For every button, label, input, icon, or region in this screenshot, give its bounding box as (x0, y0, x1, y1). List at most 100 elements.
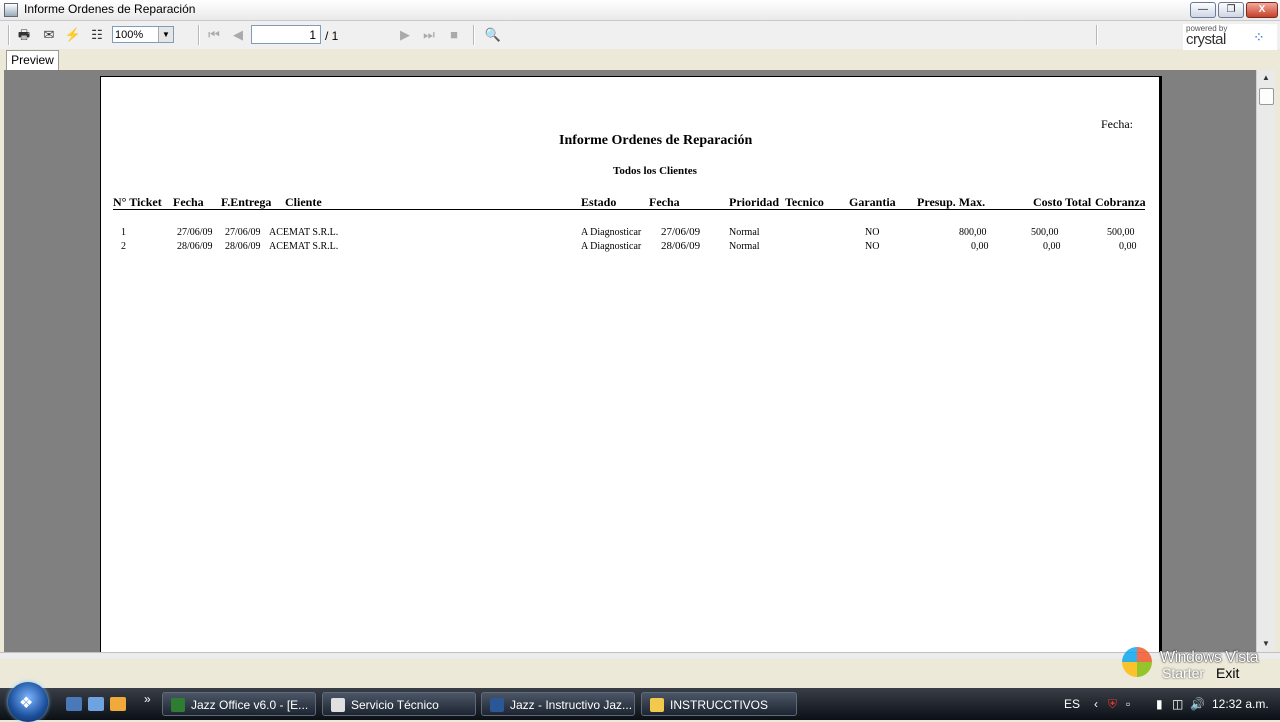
taskbar-item-label: Jazz - Instructivo Jaz... (510, 698, 633, 712)
watermark-exit[interactable]: Exit (1216, 665, 1239, 681)
window-titlebar: Informe Ordenes de Reparación — ❐ X (0, 0, 1280, 21)
taskbar-item-servicio-tecnico[interactable]: Servicio Técnico (322, 692, 476, 716)
refresh-icon[interactable]: ⚡ (64, 26, 82, 44)
cell-costo: 500,00 (1031, 227, 1059, 238)
taskbar-item-jazz-instructivo[interactable]: Jazz - Instructivo Jaz... (481, 692, 635, 716)
crystal-text: crystal (1186, 31, 1226, 48)
toolbar-separator (473, 25, 475, 45)
network-icon[interactable]: ◫ (1172, 697, 1183, 711)
battery-icon[interactable]: ▮ (1156, 697, 1163, 711)
report-title: Informe Ordenes de Reparación (559, 133, 753, 148)
search-icon[interactable]: 🔍 (484, 26, 502, 44)
app-icon (4, 3, 18, 17)
cell-prioridad: Normal (729, 241, 760, 252)
col-presup: Presup. Max. (917, 195, 986, 209)
close-button[interactable]: X (1246, 2, 1278, 18)
cell-garantia: NO (865, 241, 880, 252)
taskbar-item-jazz-office[interactable]: Jazz Office v6.0 - [E... (162, 692, 316, 716)
cell-fentrega: 27/06/09 (225, 227, 261, 238)
window-title: Informe Ordenes de Reparación (24, 2, 196, 16)
clock[interactable]: 12:32 a.m. (1212, 697, 1269, 711)
col-ticket: N° Ticket (113, 195, 162, 209)
print-icon[interactable]: 🖶 (15, 26, 33, 44)
cell-presup: 0,00 (971, 241, 989, 252)
tab-preview[interactable]: Preview (6, 50, 59, 70)
maximize-button[interactable]: ❐ (1218, 2, 1244, 18)
cell-fentrega: 28/06/09 (225, 241, 261, 252)
taskbar: ❖ » Jazz Office v6.0 - [E... Servicio Té… (0, 682, 1280, 722)
vertical-scrollbar[interactable]: ▲ ▼ (1256, 70, 1275, 652)
tray-expand-icon[interactable]: ‹ (1094, 697, 1098, 711)
windows-flag-icon: ❖ (19, 695, 34, 712)
col-cobranza: Cobranza (1095, 195, 1146, 209)
group-tree-icon[interactable]: ☷ (88, 26, 106, 44)
col-fecha2: Fecha (649, 195, 680, 209)
jazz-office-icon (171, 698, 185, 712)
language-indicator[interactable]: ES (1064, 697, 1080, 711)
show-desktop-icon[interactable] (66, 697, 82, 711)
cell-fecha: 27/06/09 (177, 227, 213, 238)
folder-icon (650, 698, 664, 712)
first-page-icon[interactable]: ⏮ (205, 26, 223, 44)
security-alert-icon[interactable]: ⛨ (1108, 697, 1117, 712)
taskbar-item-label: Jazz Office v6.0 - [E... (191, 698, 309, 712)
cell-fecha2: 28/06/09 (661, 240, 701, 252)
report-toolbar: 🖶 ✉ ⚡ ☷ 100% ▼ ⏮ ◀ 1 / 1 ▶ ⏭ ■ 🔍 (0, 21, 1280, 49)
cell-presup: 800,00 (959, 227, 987, 238)
minimize-button[interactable]: — (1190, 2, 1216, 18)
col-tecnico: Tecnico (785, 195, 824, 209)
col-fecha: Fecha (173, 195, 204, 209)
word-icon (490, 698, 504, 712)
report-page: Fecha: Informe Ordenes de Reparación Tod… (100, 76, 1162, 652)
cell-estado: A Diagnosticar (581, 227, 642, 238)
scroll-up-icon[interactable]: ▲ (1257, 70, 1275, 86)
start-button[interactable]: ❖ (8, 682, 48, 722)
col-total: Total (1065, 195, 1092, 209)
cell-cliente: ACEMAT S.R.L. (269, 227, 339, 238)
col-prioridad: Prioridad (729, 195, 779, 209)
document-icon (331, 698, 345, 712)
scroll-thumb[interactable] (1259, 88, 1274, 105)
col-costo: Costo (1033, 195, 1063, 209)
cell-prioridad: Normal (729, 227, 760, 238)
next-page-icon[interactable]: ▶ (396, 26, 414, 44)
col-fentrega: F.Entrega (221, 195, 272, 209)
col-garantia: Garantia (849, 195, 896, 209)
cell-garantia: NO (865, 227, 880, 238)
quicklaunch-more-icon[interactable]: » (144, 692, 151, 706)
windows-logo-icon (1122, 647, 1152, 677)
switch-windows-icon[interactable] (88, 697, 104, 711)
cell-cobranza: 500,00 (1107, 227, 1135, 238)
previous-page-icon[interactable]: ◀ (229, 26, 247, 44)
page-number-input[interactable]: 1 (251, 25, 321, 44)
report-subtitle: Todos los Clientes (613, 165, 697, 177)
cell-estado: A Diagnosticar (581, 241, 642, 252)
taskbar-item-label: Servicio Técnico (351, 698, 439, 712)
report-viewport: Fecha: Informe Ordenes de Reparación Tod… (4, 70, 1256, 652)
watermark-line2: Starter (1162, 665, 1205, 681)
chevron-down-icon[interactable]: ▼ (158, 27, 173, 42)
header-divider (113, 209, 1145, 210)
media-player-icon[interactable] (110, 697, 126, 711)
export-icon[interactable]: ✉ (40, 26, 58, 44)
crystal-logo-icon: ⁘ (1253, 29, 1265, 45)
cell-ticket: 1 (121, 227, 126, 238)
notification-icon[interactable]: ▫ (1126, 697, 1130, 711)
last-page-icon[interactable]: ⏭ (420, 26, 438, 44)
date-label: Fecha: (1101, 117, 1133, 131)
volume-icon[interactable]: 🔊 (1190, 697, 1205, 711)
toolbar-separator (198, 25, 200, 45)
taskbar-item-label: INSTRUCCTIVOS (670, 698, 769, 712)
cell-ticket: 2 (121, 241, 126, 252)
col-estado: Estado (581, 195, 617, 209)
cell-fecha: 28/06/09 (177, 241, 213, 252)
cell-cliente: ACEMAT S.R.L. (269, 241, 339, 252)
page-total: / 1 (325, 29, 339, 43)
crystal-logo: powered by crystal ⁘ (1183, 24, 1277, 50)
taskbar-item-instructivos[interactable]: INSTRUCCTIVOS (641, 692, 797, 716)
horizontal-scrollbar[interactable] (0, 652, 1280, 659)
zoom-value: 100% (115, 29, 144, 41)
stop-icon[interactable]: ■ (445, 26, 463, 44)
cell-cobranza: 0,00 (1119, 241, 1137, 252)
zoom-select[interactable]: 100% ▼ (112, 26, 174, 43)
